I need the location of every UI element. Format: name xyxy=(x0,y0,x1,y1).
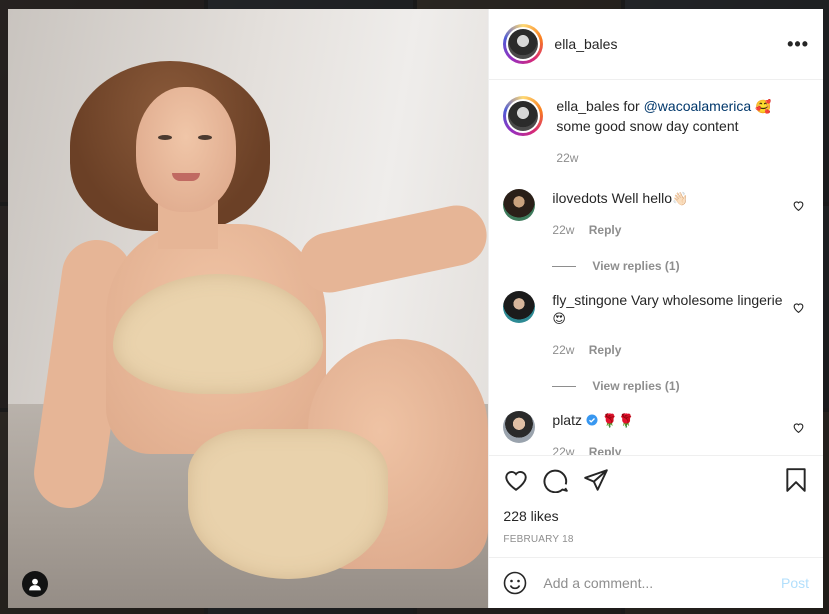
comment-text: Well hello xyxy=(611,190,672,206)
comments-list[interactable]: ella_bales for @wacoalamerica 🥰 some goo… xyxy=(489,80,823,455)
comment-time[interactable]: 22w xyxy=(552,445,574,455)
model-face xyxy=(136,87,236,212)
save-bookmark-icon[interactable] xyxy=(783,467,809,493)
reply-button[interactable]: Reply xyxy=(589,223,622,237)
post-actions: 228 likes FEBRUARY 18 xyxy=(489,455,823,545)
like-comment-heart-icon[interactable] xyxy=(792,301,805,314)
comment-item: platz 🌹🌹 22w Reply xyxy=(503,411,809,455)
commenter-avatar[interactable] xyxy=(503,189,536,221)
like-comment-heart-icon[interactable] xyxy=(792,199,805,212)
view-replies-label: View replies (1) xyxy=(592,379,680,393)
comment-time[interactable]: 22w xyxy=(552,343,574,357)
caption-username[interactable]: ella_bales xyxy=(556,98,619,114)
add-comment-bar: Post xyxy=(489,557,823,608)
like-comment-heart-icon[interactable] xyxy=(792,421,805,434)
view-replies-label: View replies (1) xyxy=(592,259,680,273)
caption-text: some good snow day content xyxy=(556,118,739,134)
like-heart-icon[interactable] xyxy=(503,467,529,493)
comment-username[interactable]: ilovedots xyxy=(552,190,607,206)
post-side-panel: ella_bales ••• ella_bales for @wacoalame… xyxy=(488,9,823,608)
comment-bubble-icon[interactable] xyxy=(543,467,569,493)
caption-avatar[interactable] xyxy=(503,96,544,136)
tagged-users-icon[interactable] xyxy=(22,571,48,597)
comment-input[interactable] xyxy=(541,574,781,592)
post-date: FEBRUARY 18 xyxy=(503,534,574,545)
commenter-avatar[interactable] xyxy=(503,411,536,443)
caption-mention-link[interactable]: @wacoalamerica xyxy=(644,98,752,114)
post-photo[interactable] xyxy=(8,9,489,608)
comment-emoji: 😍 xyxy=(552,312,566,327)
comment-emoji: 👋🏻 xyxy=(672,192,689,207)
briefs-garment xyxy=(188,429,388,579)
emoji-smiley-icon[interactable] xyxy=(503,571,527,595)
reply-button[interactable]: Reply xyxy=(589,445,622,455)
author-avatar[interactable] xyxy=(503,24,544,64)
comment-emoji: 🌹🌹 xyxy=(601,414,635,429)
verified-badge-icon xyxy=(586,414,598,426)
caption-emoji: 🥰 xyxy=(755,100,772,115)
commenter-avatar[interactable] xyxy=(503,291,536,323)
comment-item: fly_stingone Vary wholesome lingerie 😍 2… xyxy=(503,291,809,393)
more-horizontal-icon[interactable]: ••• xyxy=(787,34,809,55)
post-header: ella_bales ••• xyxy=(489,9,823,80)
likes-count[interactable]: 228 likes xyxy=(503,508,809,524)
post-comment-button[interactable]: Post xyxy=(781,575,809,591)
comment-username[interactable]: platz xyxy=(552,412,582,428)
comment-item: ilovedots Well hello👋🏻 22w Reply View re… xyxy=(503,189,809,273)
caption-for-word: for xyxy=(623,98,640,114)
share-paper-plane-icon[interactable] xyxy=(583,467,609,493)
comment-username[interactable]: fly_stingone xyxy=(552,292,627,308)
view-replies-button[interactable]: View replies (1) xyxy=(552,259,783,273)
reply-button[interactable]: Reply xyxy=(589,343,622,357)
comment-time[interactable]: 22w xyxy=(552,223,574,237)
view-replies-button[interactable]: View replies (1) xyxy=(552,379,783,393)
author-username[interactable]: ella_bales xyxy=(554,36,787,52)
post-modal: ella_bales ••• ella_bales for @wacoalame… xyxy=(8,9,823,608)
comment-text: Vary wholesome lingerie xyxy=(631,292,783,308)
caption-time[interactable]: 22w xyxy=(556,151,578,165)
caption: ella_bales for @wacoalamerica 🥰 some goo… xyxy=(503,96,809,165)
